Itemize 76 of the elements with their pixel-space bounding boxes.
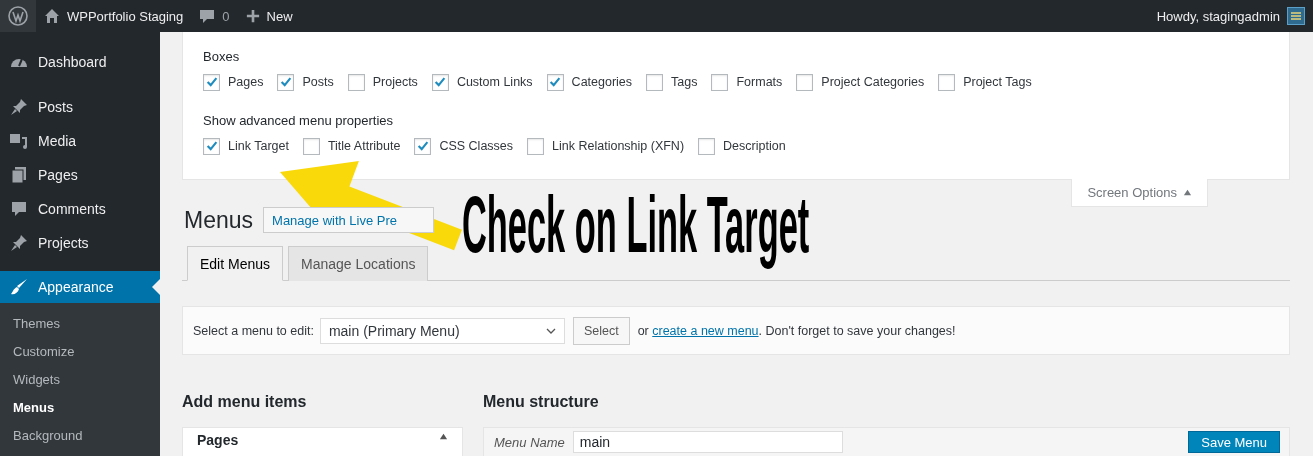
sidebar-item[interactable]: Posts (0, 90, 160, 124)
checkbox-option[interactable]: Project Categories (796, 72, 925, 92)
checkbox[interactable] (431, 73, 449, 91)
submenu-item[interactable]: Customize (0, 338, 160, 366)
checkbox[interactable] (203, 137, 220, 155)
section-heading: Show advanced menu properties (203, 113, 395, 130)
sidebar-item[interactable]: Dashboard (0, 45, 160, 79)
checkbox-option[interactable]: Link Relationship (XFN) (527, 136, 685, 156)
new-link[interactable]: New (266, 8, 293, 24)
sidebar-item[interactable]: Appearance (0, 271, 160, 303)
checkbox[interactable] (646, 73, 664, 91)
sidebar-item[interactable]: Comments (0, 192, 160, 226)
section-heading: Menu structure (483, 393, 600, 412)
checkbox-option[interactable]: Project Tags (938, 72, 1032, 92)
pushpin-icon (9, 97, 29, 117)
checkbox[interactable] (302, 137, 320, 155)
checkbox-option[interactable]: Description (698, 136, 786, 156)
comment-icon[interactable] (199, 8, 216, 24)
checkbox[interactable] (527, 137, 545, 155)
tab[interactable]: Manage Locations (288, 246, 429, 281)
save-menu-button[interactable]: Save Menu (1188, 431, 1280, 453)
speech-bubble-icon (9, 199, 29, 219)
checkbox-option[interactable]: Link Target (203, 136, 289, 156)
sidebar-item[interactable]: Pages (0, 158, 160, 192)
section-heading: Boxes (203, 49, 241, 66)
create-menu-link[interactable]: create a new menu (652, 323, 759, 338)
paintbrush-icon (9, 277, 29, 297)
checkbox-option[interactable]: CSS Classes (414, 136, 514, 156)
wordpress-logo-icon[interactable] (0, 0, 36, 32)
checkbox-option[interactable]: Categories (546, 72, 633, 92)
checkbox[interactable] (546, 73, 564, 91)
menu-name-field[interactable]: main (572, 431, 843, 453)
page-title: Menus (184, 206, 254, 234)
media-icon (9, 131, 29, 151)
checkbox[interactable] (711, 73, 729, 91)
sidebar-item[interactable]: Media (0, 124, 160, 158)
checkbox-option[interactable]: Title Attribute (302, 136, 401, 156)
collapse-arrow-icon[interactable] (439, 432, 448, 441)
pushpin-icon (9, 233, 29, 253)
sidebar-item[interactable]: Projects (0, 226, 160, 260)
checkbox[interactable] (796, 73, 814, 91)
checkbox-option[interactable]: Custom Links (431, 72, 533, 92)
checkbox[interactable] (698, 137, 716, 155)
greeting-link[interactable]: Howdy, stagingadmin (1156, 8, 1280, 24)
select-button[interactable]: Select (572, 316, 630, 345)
tab[interactable]: Edit Menus (187, 246, 284, 281)
submenu-item[interactable]: Widgets (0, 366, 160, 394)
annotation-text: Check on Link Target (462, 181, 810, 269)
checkbox[interactable] (203, 73, 220, 91)
live-preview-button[interactable]: Manage with Live Pre (263, 207, 435, 233)
field-label: Menu Name (494, 435, 565, 450)
checkbox-option[interactable]: Posts (277, 72, 334, 92)
site-name-link[interactable]: WPPortfolio Staging (67, 8, 184, 24)
checkbox-option[interactable]: Formats (711, 72, 783, 92)
submenu-item[interactable]: Background (0, 422, 160, 450)
menu-dropdown[interactable]: main (Primary Menu) (319, 317, 565, 344)
checkbox[interactable] (938, 73, 956, 91)
create-menu-hint: or create a new menu. Don't forget to save your changes! (637, 323, 956, 338)
home-icon[interactable] (44, 8, 60, 24)
submenu-item[interactable]: Themes (0, 310, 160, 338)
section-heading: Add menu items (182, 393, 308, 412)
checkbox-option[interactable]: Projects (347, 72, 418, 92)
pages-icon (9, 165, 29, 185)
checkbox[interactable] (277, 73, 295, 91)
checkbox-option[interactable]: Pages (203, 72, 264, 92)
checkbox-option[interactable]: Tags (646, 72, 698, 92)
checkbox[interactable] (347, 73, 365, 91)
comment-count: 0 (222, 8, 230, 24)
caret-icon (1183, 188, 1192, 197)
select-label: Select a menu to edit: (193, 323, 314, 338)
submenu-item[interactable]: Menus (0, 394, 160, 422)
avatar-icon[interactable] (1287, 7, 1305, 25)
plus-icon[interactable] (245, 9, 260, 23)
checkbox[interactable] (414, 137, 432, 155)
accordion-section[interactable]: Pages (182, 427, 463, 456)
screen-options-toggle[interactable]: Screen Options (1071, 179, 1208, 207)
